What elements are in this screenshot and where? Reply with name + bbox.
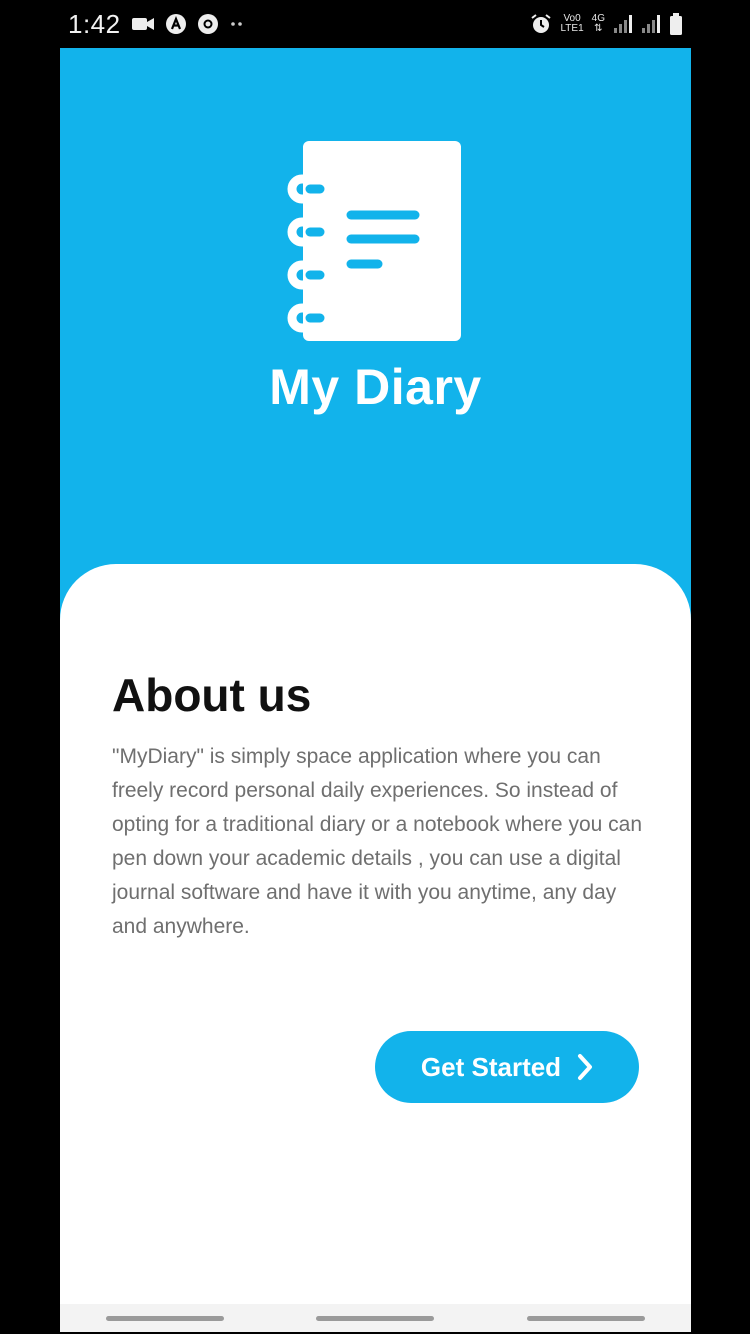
about-card: About us "MyDiary" is simply space appli… — [60, 564, 691, 1304]
app-title: My Diary — [269, 359, 482, 415]
status-right: Vo0 LTE1 4G ⇅ — [530, 12, 691, 36]
nav-recents-button[interactable] — [106, 1315, 225, 1321]
chrome-icon — [197, 13, 219, 35]
chevron-right-icon — [577, 1053, 593, 1081]
data-generation: 4G ⇅ — [592, 14, 605, 34]
status-bar: 1:42 Vo0 LTE1 4G ⇅ — [60, 0, 691, 48]
more-dots-icon — [229, 19, 245, 29]
status-left: 1:42 — [60, 9, 245, 40]
video-record-icon — [131, 15, 155, 33]
alarm-icon — [530, 13, 552, 35]
nav-home-button[interactable] — [316, 1315, 435, 1321]
battery-icon — [669, 12, 683, 36]
get-started-button[interactable]: Get Started — [375, 1031, 639, 1103]
signal-icon — [613, 13, 633, 35]
status-time: 1:42 — [68, 8, 121, 39]
notebook-icon — [286, 136, 466, 346]
gen-bottom-label: ⇅ — [594, 23, 603, 34]
network-type: Vo0 LTE1 — [560, 14, 583, 34]
nav-back-button[interactable] — [526, 1315, 645, 1321]
app-screen: My Diary About us "MyDiary" is simply sp… — [60, 48, 691, 1304]
a-badge-icon — [165, 13, 187, 35]
about-description: "MyDiary" is simply space application wh… — [112, 745, 642, 938]
system-nav-bar — [60, 1304, 691, 1332]
get-started-label: Get Started — [420, 1051, 562, 1082]
phone-frame: 1:42 Vo0 LTE1 4G ⇅ My Diary About us "My… — [0, 0, 750, 1334]
network-bottom-label: LTE1 — [560, 23, 584, 34]
signal-icon — [641, 13, 661, 35]
about-heading: About us — [112, 669, 312, 721]
